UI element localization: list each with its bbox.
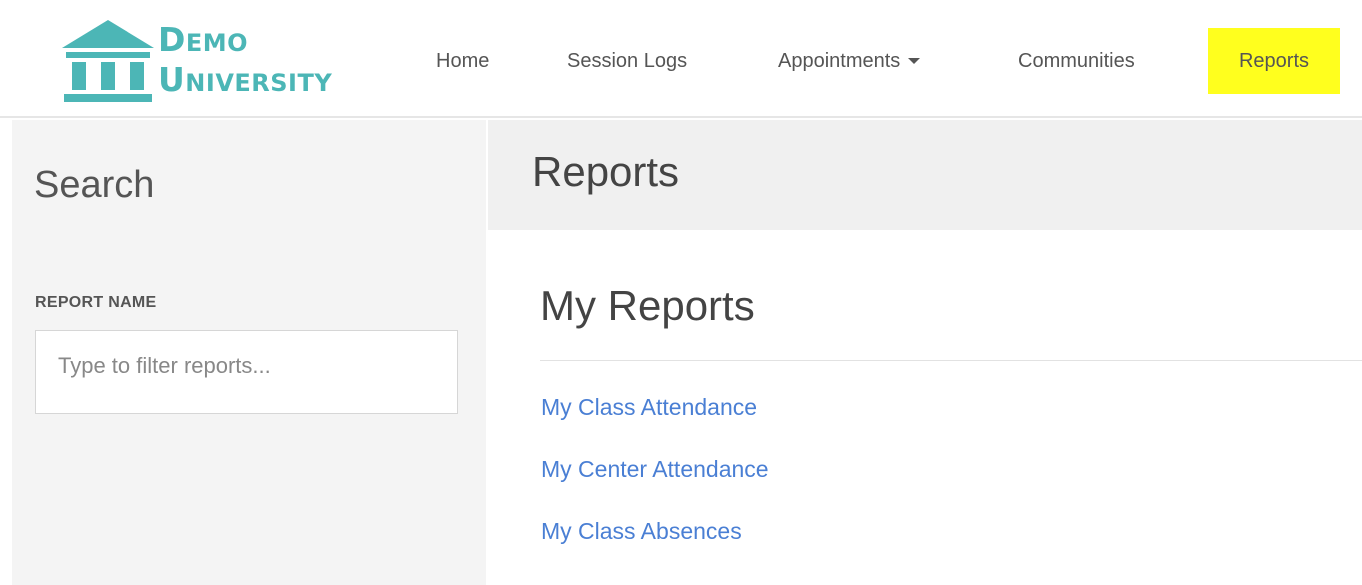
search-sidebar: Search REPORT NAME xyxy=(12,120,486,585)
brand-line-1: DEMO xyxy=(158,20,249,59)
nav-appointments-label: Appointments xyxy=(778,50,901,72)
sidebar-title: Search xyxy=(34,164,155,206)
nav-appointments[interactable]: Appointments xyxy=(758,28,940,94)
report-link[interactable]: My Class Absences xyxy=(541,518,742,545)
brand-line-2: UNIVERSITY xyxy=(158,60,333,99)
report-link[interactable]: My Class Attendance xyxy=(541,394,757,421)
nav-communities[interactable]: Communities xyxy=(998,28,1155,94)
section-title: My Reports xyxy=(540,282,755,329)
top-navbar: DEMO UNIVERSITY Home Session Logs Appoin… xyxy=(0,0,1362,118)
page-header: Reports xyxy=(488,120,1362,230)
report-link[interactable]: My Center Attendance xyxy=(541,456,769,483)
section-divider xyxy=(540,360,1362,361)
report-name-label: REPORT NAME xyxy=(35,294,157,311)
nav-reports[interactable]: Reports xyxy=(1208,28,1340,94)
nav-home[interactable]: Home xyxy=(416,28,509,94)
report-filter-input[interactable] xyxy=(35,330,458,414)
building-columns-icon xyxy=(62,20,154,102)
nav-session-logs[interactable]: Session Logs xyxy=(547,28,707,94)
brand-logo[interactable]: DEMO UNIVERSITY xyxy=(58,14,358,110)
caret-down-icon xyxy=(908,57,921,64)
page-title: Reports xyxy=(532,148,680,195)
